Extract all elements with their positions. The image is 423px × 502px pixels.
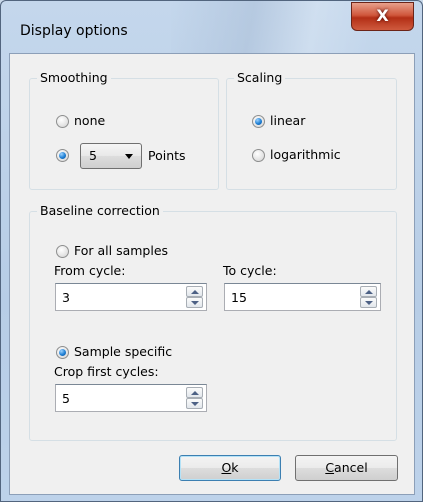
scaling-log-label: logarithmic [270, 147, 341, 162]
smoothing-none-label: none [74, 113, 106, 128]
from-cycle-label: From cycle: [54, 263, 126, 278]
for-all-samples-radio[interactable] [56, 245, 69, 258]
smoothing-legend: Smoothing [37, 70, 111, 86]
scaling-legend: Scaling [234, 70, 286, 86]
chevron-down-icon [125, 154, 133, 159]
sample-specific-label: Sample specific [74, 344, 173, 359]
spin-down-icon[interactable] [360, 297, 377, 308]
cancel-button[interactable]: Cancel [295, 455, 398, 481]
baseline-legend: Baseline correction [37, 203, 163, 219]
from-cycle-value: 3 [62, 290, 70, 305]
scaling-log-radio[interactable] [252, 149, 265, 162]
spin-down-icon[interactable] [186, 297, 203, 308]
smoothing-group: Smoothing none 5 Points [29, 70, 219, 190]
spin-down-icon[interactable] [186, 398, 203, 409]
smoothing-none-radio[interactable] [56, 115, 69, 128]
crop-first-cycles-spinbox[interactable]: 5 [55, 384, 207, 412]
scaling-group: Scaling linear logarithmic [226, 70, 397, 190]
smoothing-points-radio[interactable] [56, 149, 69, 162]
close-button[interactable]: X [351, 2, 414, 31]
crop-first-cycles-label: Crop first cycles: [54, 364, 159, 379]
ok-mnemonic: O [221, 460, 232, 475]
crop-first-cycles-value: 5 [62, 391, 70, 406]
close-icon: X [376, 6, 389, 25]
dialog-title: Display options [20, 23, 128, 39]
points-combobox-value: 5 [89, 148, 97, 163]
dialog-window: Display options X Smoothing none 5 Point… [0, 0, 423, 502]
for-all-samples-label: For all samples [74, 243, 169, 258]
to-cycle-spinbox[interactable]: 15 [224, 283, 381, 311]
points-combobox[interactable]: 5 [80, 143, 142, 169]
points-label: Points [148, 148, 186, 163]
baseline-correction-group: Baseline correction For all samples From… [29, 203, 397, 441]
spin-up-icon[interactable] [186, 286, 203, 297]
ok-label-rest: k [231, 460, 239, 475]
cancel-mnemonic: C [325, 460, 335, 475]
scaling-linear-radio[interactable] [252, 115, 265, 128]
spin-up-icon[interactable] [186, 387, 203, 398]
to-cycle-value: 15 [231, 290, 247, 305]
spin-up-icon[interactable] [360, 286, 377, 297]
sample-specific-radio[interactable] [56, 346, 69, 359]
from-cycle-spinbox[interactable]: 3 [55, 283, 207, 311]
to-cycle-label: To cycle: [223, 263, 277, 278]
cancel-label-rest: ancel [334, 460, 368, 475]
scaling-linear-label: linear [270, 113, 306, 128]
ok-button[interactable]: Ok [179, 455, 281, 481]
dialog-client-area: Smoothing none 5 Points Scaling linear l… [9, 53, 415, 495]
